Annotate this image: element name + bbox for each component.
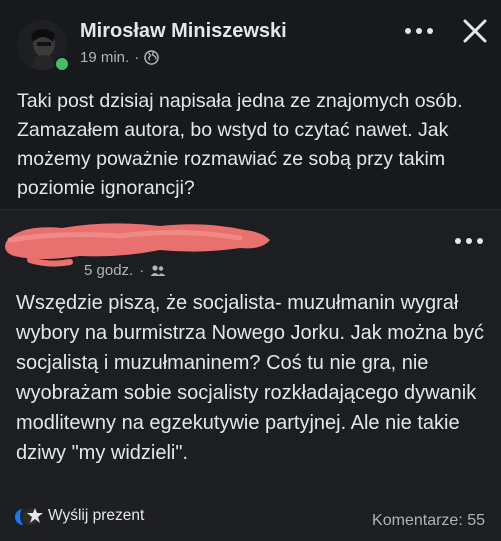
meta-separator: · xyxy=(134,49,140,66)
more-options-button[interactable] xyxy=(402,18,436,44)
send-gift-button[interactable]: Wyślij prezent xyxy=(20,501,155,531)
author-redaction-scribble xyxy=(5,223,270,267)
meta-separator: · xyxy=(139,262,145,279)
post-timestamp[interactable]: 19 min. xyxy=(80,49,129,66)
post-body-text: Taki post dzisiaj napisała jedna ze znaj… xyxy=(17,90,463,199)
friends-icon xyxy=(150,264,166,276)
gift-icon xyxy=(27,508,43,523)
shared-post-timestamp[interactable]: 5 godz. xyxy=(84,262,133,279)
close-icon xyxy=(463,19,487,43)
shared-post-more-button[interactable] xyxy=(454,232,488,252)
online-status-indicator xyxy=(54,56,70,72)
more-dots-icon xyxy=(455,238,483,244)
post-author-name[interactable]: Mirosław Miniszewski xyxy=(80,20,287,43)
close-button[interactable] xyxy=(458,14,492,48)
globe-icon xyxy=(144,50,160,65)
send-gift-label: Wyślij prezent xyxy=(48,507,145,524)
shared-post-card[interactable]: 5 godz. · Wszędzie piszą, że socjalista-… xyxy=(0,209,501,541)
comments-count[interactable]: Komentarze: 55 xyxy=(372,512,485,530)
shared-post-meta: 5 godz. · xyxy=(84,262,166,279)
shared-post-text: Wszędzie piszą, że socjalista- muzułmani… xyxy=(16,292,484,464)
post-meta: 19 min. · xyxy=(80,49,160,66)
post-header: Mirosław Miniszewski 19 min. · xyxy=(0,0,501,80)
more-dots-icon xyxy=(405,28,433,34)
